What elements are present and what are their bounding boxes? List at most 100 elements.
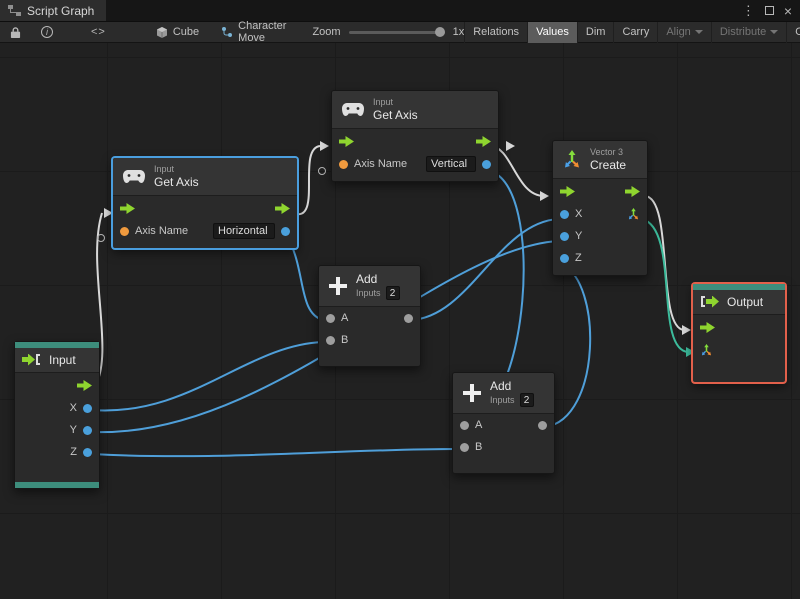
kebab-menu-icon[interactable]: ⋮ [742,0,755,22]
script-graph-icon [8,5,21,16]
node-header: Add Inputs [453,373,554,415]
node-graph-output[interactable]: Output [692,283,786,383]
values-button[interactable]: Values [527,21,577,43]
input-a-port[interactable] [460,420,469,430]
unconnected-port[interactable] [318,167,326,175]
vector3-out-port-icon[interactable] [627,207,640,221]
node-category: Input [373,97,394,107]
string-port[interactable] [120,226,129,236]
y-out-port[interactable] [83,425,92,435]
x-out-port[interactable] [83,403,92,413]
port-label: Axis Name [354,158,408,171]
node-vector3-create[interactable]: Vector 3 Create X Y Z [552,140,648,277]
inputs-count-field[interactable] [385,286,400,301]
flow-in-port[interactable] [560,185,575,197]
values-label: Values [536,26,569,38]
flow-in-port[interactable] [339,135,354,147]
port-label: Axis Name [135,225,189,238]
chevron-down-icon [694,30,703,34]
node-add-bottom[interactable]: Add Inputs A B [452,372,555,474]
lock-icon[interactable] [4,22,27,43]
zoom-slider[interactable] [348,26,445,37]
port-label: B [341,334,349,347]
node-subtitle: Inputs [356,287,381,298]
overview-button[interactable]: Overv [786,21,800,43]
vector3-in-port-icon[interactable] [700,343,713,357]
result-port[interactable] [281,226,290,236]
input-arrow-icon [22,354,41,366]
align-dropdown[interactable]: Align [657,21,710,43]
plus-icon [328,276,348,296]
flow-arrowhead [682,325,691,335]
distribute-label: Distribute [719,26,767,38]
node-title: Add [490,379,512,393]
tab-script-graph[interactable]: Script Graph [0,0,107,21]
string-port[interactable] [339,159,348,169]
sum-port[interactable] [538,420,547,430]
flow-arrowhead [506,141,515,151]
node-title: Get Axis [373,107,418,122]
maximize-icon[interactable] [764,6,774,15]
graph-canvas[interactable]: Input Get Axis Axis Name Input Get Axis [0,43,800,599]
connection-input-z-to-add2-b[interactable] [91,448,458,458]
overview-label: Overv [795,26,800,38]
plus-icon [462,383,482,403]
node-get-axis-vertical[interactable]: Input Get Axis Axis Name [331,90,499,183]
z-out-port[interactable] [83,447,92,457]
node-title: Create [590,157,627,172]
relations-button[interactable]: Relations [464,21,527,43]
inputs-count-field[interactable] [519,393,534,408]
graph-label: Character Move [238,20,287,44]
code-icon[interactable]: <> [85,22,112,43]
z-port[interactable] [560,253,569,263]
info-icon[interactable]: i [35,22,59,43]
output-arrow-icon [700,296,719,308]
x-port[interactable] [560,209,569,219]
result-port[interactable] [482,159,491,169]
node-header: Add Inputs [319,266,420,308]
flow-out-port[interactable] [77,379,92,391]
input-b-port[interactable] [460,442,469,452]
node-header: Output [693,290,785,316]
port-label: X [575,208,583,221]
input-a-port[interactable] [326,313,335,323]
node-graph-input[interactable]: Input X Y Z [14,341,100,489]
node-title: Get Axis [154,174,199,189]
zoom-slider-handle[interactable] [434,26,445,37]
axis-name-field[interactable] [213,223,275,240]
node-header: Vector 3 Create [553,141,647,180]
unconnected-port[interactable] [97,234,105,242]
node-add-top[interactable]: Add Inputs A B [318,265,421,367]
zoom-label: Zoom [312,26,341,38]
align-label: Align [666,26,691,38]
flow-out-port[interactable] [275,202,290,214]
flow-in-port[interactable] [700,321,715,333]
flow-arrowhead [540,191,549,201]
port-label: Z [70,446,77,459]
graph-asset-icon [221,26,233,38]
graph-breadcrumb[interactable]: Character Move [221,20,286,44]
port-label: Y [69,424,77,437]
object-breadcrumb[interactable]: Cube [156,26,199,39]
carry-button[interactable]: Carry [613,21,657,43]
flow-in-port[interactable] [120,202,135,214]
y-port[interactable] [560,231,569,241]
node-subtitle: Inputs [490,394,515,405]
relations-label: Relations [473,26,520,38]
dim-button[interactable]: Dim [576,21,614,43]
flow-out-port[interactable] [625,185,640,197]
distribute-dropdown[interactable]: Distribute [710,21,786,43]
connection-add1-to-vector3-x[interactable] [410,218,559,321]
carry-label: Carry [622,26,650,38]
port-label: Z [575,252,582,265]
node-get-axis-horizontal[interactable]: Input Get Axis Axis Name [112,157,298,250]
sum-port[interactable] [404,313,413,323]
axis-name-field[interactable] [426,156,476,173]
connection-vector3-to-output-value[interactable] [641,218,689,353]
input-b-port[interactable] [326,335,335,345]
flow-out-port[interactable] [476,135,491,147]
node-title: Output [727,295,764,309]
close-icon[interactable]: × [784,0,792,22]
window-tab-bar: Script Graph ⋮ × [0,0,800,22]
port-label: A [475,419,483,432]
